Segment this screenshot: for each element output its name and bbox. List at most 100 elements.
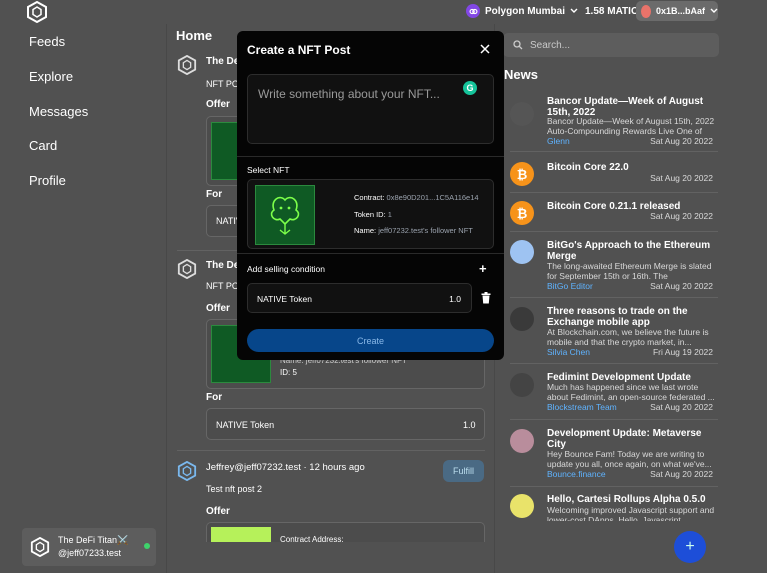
news-desc: Much has happened since we last wrote ab… <box>547 382 715 402</box>
news-item[interactable]: ₿ Bitcoin Core 0.21.1 released Sat Aug 2… <box>510 200 720 228</box>
nft-contract: Contract Address: <box>280 535 344 542</box>
add-button[interactable]: + <box>674 531 706 563</box>
account-address: 0x1B...bAaf <box>655 6 705 16</box>
nft-thumbnail <box>255 185 315 245</box>
news-item[interactable]: Bancor Update—Week of August 15th, 2022 … <box>510 95 720 147</box>
selling-condition-row[interactable]: NATIVE Token 1.0 <box>247 283 472 313</box>
news-divider <box>510 297 718 298</box>
news-date: Sat Aug 20 2022 <box>650 402 713 412</box>
trash-icon[interactable] <box>481 292 491 304</box>
create-nft-post-modal: Create a NFT Post Write something about … <box>237 31 504 360</box>
news-date: Fri Aug 19 2022 <box>652 347 713 357</box>
news-date: Sat Aug 20 2022 <box>650 211 713 221</box>
add-condition-button[interactable]: + <box>479 261 487 276</box>
news-source[interactable]: BitGo Editor <box>547 281 593 291</box>
condition-amount[interactable]: 1.0 <box>449 294 461 304</box>
news-divider <box>510 192 718 193</box>
news-desc: Hey Bounce Fam! Today we are writing to … <box>547 449 712 469</box>
selling-condition-label: Add selling condition <box>247 264 325 274</box>
modal-divider <box>237 156 504 157</box>
for-label: For <box>206 392 223 403</box>
nft-name-value: jeff07232.test's follower NFT <box>378 226 473 235</box>
balance: 1.58 MATIC <box>585 6 639 17</box>
news-desc: Welcoming improved Javascript support an… <box>547 505 715 521</box>
bitcoin-icon: ₿ <box>510 162 534 186</box>
offer-label: Offer <box>206 99 230 110</box>
page-title: Home <box>176 28 213 43</box>
news-thumbnail <box>510 373 534 397</box>
grammarly-icon[interactable]: G <box>463 81 477 95</box>
news-thumbnail <box>510 102 534 126</box>
search-bar[interactable]: Search... <box>503 33 719 57</box>
news-title: News <box>504 67 538 82</box>
nav-card[interactable]: Card <box>29 138 57 153</box>
nft-thumbnail <box>211 527 271 542</box>
user-name: The DeFi Titan⚔️ <box>58 535 129 545</box>
post-author-avatar <box>177 259 197 279</box>
news-item[interactable]: Fedimint Development Update Much has hap… <box>510 371 720 415</box>
modal-divider <box>237 253 504 254</box>
news-thumbnail <box>510 494 534 518</box>
news-desc: At Blockchain.com, we believe the future… <box>547 327 709 347</box>
price-amount: 1.0 <box>463 420 476 430</box>
offer-label: Offer <box>206 506 230 517</box>
close-icon[interactable] <box>479 43 491 55</box>
post-author: Jeffrey@jeff07232.test · 12 hours ago <box>206 462 365 473</box>
nft-token-value: 1 <box>387 210 392 219</box>
news-date: Sat Aug 20 2022 <box>650 281 713 291</box>
for-label: For <box>206 189 223 200</box>
news-divider <box>510 419 718 420</box>
network-selector[interactable]: Polygon Mumbai <box>466 1 578 21</box>
news-date: Sat Aug 20 2022 <box>650 136 713 146</box>
news-thumbnail <box>510 240 534 264</box>
avatar <box>641 4 651 18</box>
news-desc: Bancor Update—Week of August 15th, 2022 … <box>547 116 715 136</box>
news-divider <box>510 151 718 152</box>
selected-nft-card[interactable]: Contract: 0x8e90D201...1C5A116e14 Token … <box>247 179 494 249</box>
nav-explore[interactable]: Explore <box>29 69 73 84</box>
online-status-indicator <box>144 543 150 549</box>
post-text: Test nft post 2 <box>206 484 263 494</box>
svg-text:₿: ₿ <box>517 168 528 183</box>
news-date: Sat Aug 20 2022 <box>650 469 713 479</box>
post-author-avatar <box>177 55 197 75</box>
news-title-text: Bitcoin Core 22.0 <box>547 162 629 173</box>
news-item[interactable]: Hello, Cartesi Rollups Alpha 0.5.0 Welco… <box>510 493 720 521</box>
current-user-card[interactable]: The DeFi Titan⚔️ @jeff07233.test <box>22 528 156 566</box>
offer-label: Offer <box>206 303 230 314</box>
nav-messages[interactable]: Messages <box>29 104 88 119</box>
news-title-text: Hello, Cartesi Rollups Alpha 0.5.0 <box>547 494 706 505</box>
post-text-input[interactable]: Write something about your NFT... <box>247 74 494 144</box>
news-divider <box>510 363 718 364</box>
news-item[interactable]: Development Update: Metaverse City Hey B… <box>510 427 720 479</box>
nft-token-row: Token ID: 1 <box>354 210 392 219</box>
condition-token: NATIVE Token <box>257 294 312 304</box>
account-selector[interactable]: 0x1B...bAaf <box>636 1 718 21</box>
news-title-text: Three reasons to trade on the Exchange m… <box>547 306 688 328</box>
left-divider <box>166 24 167 573</box>
modal-title: Create a NFT Post <box>247 43 351 57</box>
search-input[interactable]: Search... <box>530 40 570 51</box>
news-item[interactable]: BitGo's Approach to the Ethereum Merge T… <box>510 239 720 293</box>
polygon-icon <box>466 4 480 18</box>
app-logo[interactable] <box>26 1 48 23</box>
news-thumbnail <box>510 429 534 453</box>
post-author-avatar <box>177 461 197 481</box>
svg-text:₿: ₿ <box>517 207 528 222</box>
nav-feeds[interactable]: Feeds <box>29 34 65 49</box>
news-title-text: Development Update: Metaverse City <box>547 428 702 450</box>
news-item[interactable]: ₿ Bitcoin Core 22.0 Sat Aug 20 2022 <box>510 161 720 189</box>
news-source[interactable]: Silvia Chen <box>547 347 590 357</box>
chevron-down-icon <box>710 8 718 14</box>
news-title-text: BitGo's Approach to the Ethereum Merge <box>547 240 711 262</box>
fulfill-button[interactable]: Fulfill <box>443 460 484 482</box>
news-item[interactable]: Three reasons to trade on the Exchange m… <box>510 305 720 357</box>
nav-profile[interactable]: Profile <box>29 173 66 188</box>
nft-contract-value: 0x8e90D201...1C5A116e14 <box>386 193 479 202</box>
news-source[interactable]: Blockstream Team <box>547 402 617 412</box>
news-source[interactable]: Bounce.finance <box>547 469 606 479</box>
select-nft-label: Select NFT <box>247 165 290 175</box>
news-divider <box>510 486 718 487</box>
news-source[interactable]: Glenn <box>547 136 570 146</box>
create-button[interactable]: Create <box>247 329 494 352</box>
